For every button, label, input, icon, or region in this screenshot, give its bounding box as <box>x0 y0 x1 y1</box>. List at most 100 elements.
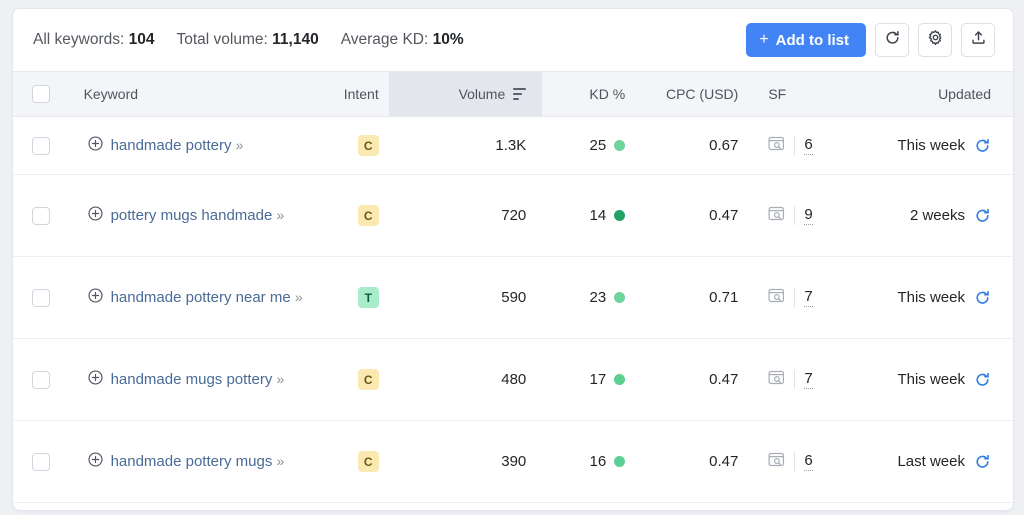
add-keyword-icon[interactable] <box>88 370 103 389</box>
select-all-checkbox[interactable] <box>32 85 51 103</box>
table-row[interactable]: handmade pottery near me » T 590 23 0.71 7 Thi… <box>13 257 1013 339</box>
kd-value: 16 <box>589 453 607 470</box>
table-row[interactable]: pottery mugs handmade » C 720 14 0.47 9 2 week… <box>13 175 1013 257</box>
add-to-list-button[interactable]: + Add to list <box>746 23 866 57</box>
column-volume[interactable]: Volume <box>388 71 543 117</box>
updated-value: This week <box>897 371 965 388</box>
chevron-double-right-icon[interactable]: » <box>277 371 285 387</box>
row-select-cell[interactable] <box>13 339 70 421</box>
keyword-cell[interactable]: handmade pottery mugs » <box>70 421 316 503</box>
divider <box>794 136 796 155</box>
keyword-cell[interactable]: handmade pottery » <box>70 117 316 175</box>
row-checkbox[interactable] <box>32 370 51 389</box>
kd-difficulty-dot <box>614 140 626 151</box>
sf-cell[interactable]: 6 <box>748 117 859 175</box>
chevron-double-right-icon[interactable]: » <box>277 453 285 469</box>
row-refresh-icon[interactable] <box>974 207 991 224</box>
row-select-cell[interactable] <box>13 421 70 503</box>
column-sf[interactable]: SF <box>748 71 860 117</box>
row-checkbox[interactable] <box>32 136 51 155</box>
keyword-cell[interactable]: pottery mugs handmade » <box>70 175 316 257</box>
serp-features-icon[interactable] <box>768 288 785 307</box>
sf-cell[interactable]: 6 <box>748 421 859 503</box>
keyword-link[interactable]: handmade pottery near me » <box>111 286 303 309</box>
updated-value: Last week <box>897 453 965 470</box>
row-refresh-icon[interactable] <box>974 453 991 470</box>
serp-features-icon[interactable] <box>768 136 785 155</box>
keyword-cell[interactable]: handmade mugs pottery » <box>70 339 316 421</box>
intent-cell[interactable]: C <box>316 175 389 257</box>
keyword-link[interactable]: pottery mugs handmade » <box>111 204 285 227</box>
cpc-cell: 0.47 <box>709 207 739 224</box>
cpc-cell: 0.71 <box>709 289 739 306</box>
row-refresh-icon[interactable] <box>974 137 991 154</box>
keyword-link[interactable]: handmade pottery mugs » <box>111 450 285 473</box>
intent-badge[interactable]: C <box>357 135 379 156</box>
intent-badge[interactable]: T <box>357 287 379 308</box>
average-kd-label: Average KD: <box>340 31 429 48</box>
keyword-link[interactable]: handmade mugs pottery » <box>111 368 285 391</box>
column-keyword[interactable]: Keyword <box>69 71 317 117</box>
column-kd[interactable]: KD % <box>542 71 636 117</box>
row-select-cell[interactable] <box>13 175 70 257</box>
kd-difficulty-dot <box>614 374 626 385</box>
updated-cell: This week <box>859 257 1013 339</box>
intent-badge[interactable]: C <box>357 451 379 472</box>
sf-count[interactable]: 6 <box>804 136 813 155</box>
row-checkbox[interactable] <box>32 452 51 471</box>
chevron-double-right-icon[interactable]: » <box>295 289 303 305</box>
row-select-cell[interactable] <box>13 257 70 339</box>
intent-cell[interactable]: C <box>316 117 389 175</box>
column-intent[interactable]: Intent <box>316 71 389 117</box>
intent-badge[interactable]: C <box>357 205 379 226</box>
column-cpc-label: CPC (USD) <box>665 86 739 102</box>
column-updated[interactable]: Updated <box>859 71 1013 117</box>
row-refresh-icon[interactable] <box>974 289 991 306</box>
keyword-cell[interactable]: handmade pottery near me » <box>70 257 316 339</box>
column-select-all[interactable] <box>13 71 70 117</box>
updated-value: 2 weeks <box>909 207 965 224</box>
keyword-link[interactable]: handmade pottery » <box>111 134 244 157</box>
settings-button[interactable] <box>918 23 952 57</box>
sf-count[interactable]: 7 <box>804 288 813 307</box>
serp-features-icon[interactable] <box>768 370 785 389</box>
table-row[interactable]: handmade pottery » C 1.3K 25 0.67 6 This week <box>13 117 1013 175</box>
add-keyword-icon[interactable] <box>88 288 103 307</box>
table-body: handmade pottery » C 1.3K 25 0.67 6 This week p… <box>13 117 1013 503</box>
refresh-icon <box>884 29 901 51</box>
column-intent-label: Intent <box>343 86 379 102</box>
add-to-list-label: Add to list <box>775 31 849 49</box>
refresh-button[interactable] <box>875 23 909 57</box>
column-cpc[interactable]: CPC (USD) <box>635 71 749 117</box>
kd-value: 14 <box>589 207 607 224</box>
volume-cell: 390 <box>501 453 527 470</box>
table-row[interactable]: handmade mugs pottery » C 480 17 0.47 7 This w… <box>13 339 1013 421</box>
intent-cell[interactable]: C <box>316 421 389 503</box>
sf-count[interactable]: 6 <box>804 452 813 471</box>
add-keyword-icon[interactable] <box>88 136 103 155</box>
serp-features-icon[interactable] <box>768 206 785 225</box>
row-checkbox[interactable] <box>32 288 51 307</box>
intent-badge[interactable]: C <box>357 369 379 390</box>
chevron-double-right-icon[interactable]: » <box>277 207 285 223</box>
serp-features-icon[interactable] <box>768 452 785 471</box>
intent-cell[interactable]: T <box>316 257 389 339</box>
row-refresh-icon[interactable] <box>974 371 991 388</box>
kd-cell: 25 <box>542 117 635 175</box>
table-row[interactable]: handmade pottery mugs » C 390 16 0.47 6 Last w… <box>13 421 1013 503</box>
sf-count[interactable]: 7 <box>804 370 813 389</box>
add-keyword-icon[interactable] <box>88 206 103 225</box>
row-select-cell[interactable] <box>13 117 70 175</box>
intent-cell[interactable]: C <box>316 339 389 421</box>
plus-icon: + <box>759 31 769 48</box>
sf-cell[interactable]: 9 <box>748 175 859 257</box>
divider <box>794 206 796 225</box>
chevron-double-right-icon[interactable]: » <box>236 137 244 153</box>
sf-cell[interactable]: 7 <box>748 257 859 339</box>
row-checkbox[interactable] <box>32 206 51 225</box>
sf-count[interactable]: 9 <box>804 206 813 225</box>
add-keyword-icon[interactable] <box>88 452 103 471</box>
sf-cell[interactable]: 7 <box>748 339 859 421</box>
export-button[interactable] <box>961 23 995 57</box>
kd-cell: 16 <box>542 421 635 503</box>
